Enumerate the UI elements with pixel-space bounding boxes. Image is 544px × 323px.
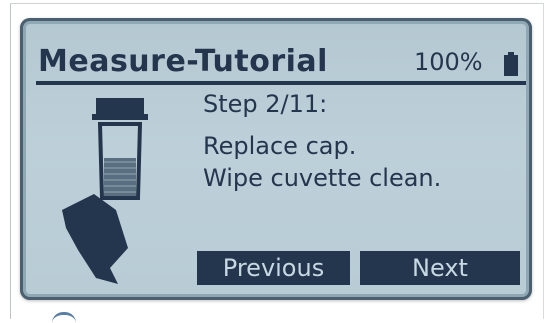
device-bezel: Measure-Tutorial 100% Step 2/11: Replace… — [0, 0, 544, 319]
next-button[interactable]: Next — [360, 251, 520, 285]
instruction-line-2: Wipe cuvette clean. — [203, 164, 442, 192]
instruction-line-1: Replace cap. — [203, 132, 357, 160]
title-bar: Measure-Tutorial 100% — [34, 44, 524, 80]
wipe-cloth-icon — [62, 194, 128, 284]
bezel-edge-left — [10, 3, 11, 319]
brand-mark-fragment — [52, 312, 76, 323]
previous-button[interactable]: Previous — [197, 251, 350, 285]
battery-full-icon — [504, 52, 518, 76]
instruction-panel: Step 2/11: Replace cap. Wipe cuvette cle… — [203, 88, 523, 194]
lcd-screen: Measure-Tutorial 100% Step 2/11: Replace… — [20, 18, 532, 300]
title-divider — [36, 81, 526, 85]
bezel-edge-top — [10, 3, 544, 4]
step-counter: Step 2/11: — [203, 90, 328, 118]
screen-title: Measure-Tutorial — [38, 44, 328, 79]
battery-percent: 100% — [414, 48, 483, 76]
cuvette-cap-icon — [96, 98, 144, 116]
cuvette-and-wipe-icon — [62, 98, 148, 284]
